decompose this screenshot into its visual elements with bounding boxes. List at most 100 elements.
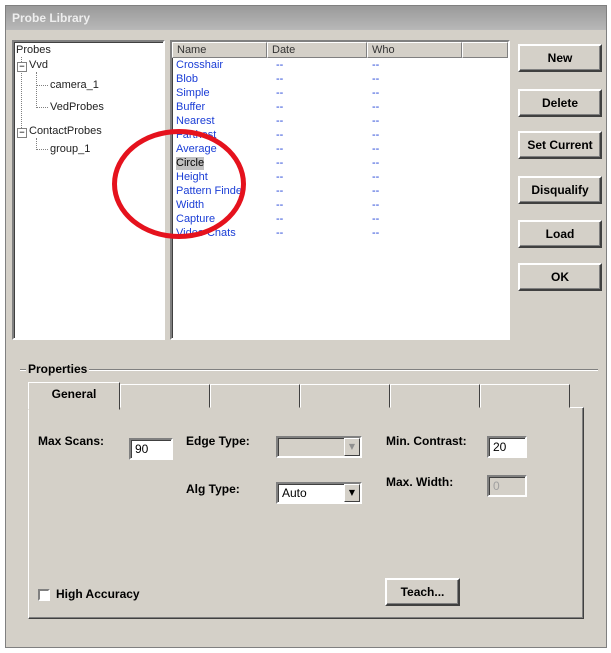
ok-button[interactable]: OK (518, 263, 602, 291)
date-cell: -- (276, 143, 284, 155)
teach-button[interactable]: Teach... (385, 578, 460, 606)
list-item[interactable]: Width -- -- (172, 199, 508, 212)
who-cell: -- (372, 227, 380, 239)
tree-item-camera[interactable]: camera_1 (50, 79, 99, 91)
high-accuracy-label[interactable]: High Accuracy (56, 587, 140, 601)
date-cell: -- (276, 157, 284, 169)
tree-connector (36, 149, 48, 150)
who-cell: -- (372, 171, 380, 183)
date-cell: -- (276, 199, 284, 211)
tab-blank-4[interactable] (300, 384, 390, 408)
tree-root-probes[interactable]: Probes (16, 44, 51, 56)
column-header-blank (462, 42, 508, 58)
column-header-name[interactable]: Name (172, 42, 267, 58)
alg-type-label: Alg Type: (186, 482, 240, 496)
max-width-label: Max. Width: (386, 475, 454, 489)
min-contrast-label: Min. Contrast: (386, 434, 467, 448)
load-button[interactable]: Load (518, 220, 602, 248)
chevron-down-icon[interactable]: ▼ (344, 438, 360, 456)
name-cell: Average (176, 143, 217, 155)
list-item[interactable]: Video Chats -- -- (172, 227, 508, 240)
alg-type-value: Auto (282, 486, 307, 500)
date-cell: -- (276, 87, 284, 99)
tree-item-contactprobes[interactable]: ContactProbes (29, 125, 102, 137)
tree-connector (36, 85, 48, 86)
who-cell: -- (372, 115, 380, 127)
edge-type-select[interactable]: ▼ (276, 436, 362, 458)
list-item[interactable]: Average -- -- (172, 143, 508, 156)
date-cell: -- (276, 213, 284, 225)
new-button[interactable]: New (518, 44, 602, 72)
who-cell: -- (372, 73, 380, 85)
list-item[interactable]: Capture -- -- (172, 213, 508, 226)
date-cell: -- (276, 185, 284, 197)
set-current-button[interactable]: Set Current (518, 131, 602, 159)
name-cell: Width (176, 199, 205, 211)
name-cell: Pattern Finder (176, 185, 246, 197)
who-cell: -- (372, 185, 380, 197)
list-item[interactable]: Pattern Finder -- -- (172, 185, 508, 198)
tab-blank-5[interactable] (390, 384, 480, 408)
list-item[interactable]: Nearest -- -- (172, 115, 508, 128)
date-cell: -- (276, 101, 284, 113)
list-item[interactable]: Crosshair -- -- (172, 59, 508, 72)
min-contrast-input[interactable]: 20 (487, 436, 527, 458)
date-cell: -- (276, 73, 284, 85)
date-cell: -- (276, 171, 284, 183)
name-cell: Nearest (176, 115, 215, 127)
who-cell: -- (372, 59, 380, 71)
date-cell: -- (276, 227, 284, 239)
column-header-date[interactable]: Date (267, 42, 367, 58)
list-item[interactable]: Simple -- -- (172, 87, 508, 100)
tab-blank-3[interactable] (210, 384, 300, 408)
max-scans-input[interactable]: 90 (129, 438, 173, 460)
name-cell: Crosshair (176, 59, 224, 71)
name-cell: Video Chats (176, 227, 236, 239)
date-cell: -- (276, 115, 284, 127)
tab-general[interactable]: General (28, 382, 120, 410)
probe-tree[interactable]: Probes − Vvd camera_1 VedProbes − Contac… (12, 40, 165, 340)
name-cell: Buffer (176, 101, 206, 113)
list-item[interactable]: Circle -- -- (172, 157, 508, 170)
tree-expander-icon[interactable]: − (17, 62, 27, 72)
column-header-who[interactable]: Who (367, 42, 462, 58)
tree-connector (36, 72, 37, 108)
list-item[interactable]: Blob -- -- (172, 73, 508, 86)
tree-item-vvd[interactable]: Vvd (29, 59, 48, 71)
name-cell: Capture (176, 213, 216, 225)
alg-type-select[interactable]: Auto ▼ (276, 482, 362, 504)
name-cell: Blob (176, 73, 199, 85)
list-item[interactable]: Farthest -- -- (172, 129, 508, 142)
high-accuracy-checkbox[interactable] (38, 589, 50, 601)
date-cell: -- (276, 129, 284, 141)
tree-item-group[interactable]: group_1 (50, 143, 90, 155)
chevron-down-icon[interactable]: ▼ (344, 484, 360, 502)
tab-blank-6[interactable] (480, 384, 570, 408)
who-cell: -- (372, 87, 380, 99)
delete-button[interactable]: Delete (518, 89, 602, 117)
tree-connector (36, 107, 48, 108)
date-cell: -- (276, 59, 284, 71)
disqualify-button[interactable]: Disqualify (518, 176, 602, 204)
properties-group-line (20, 369, 598, 370)
edge-type-label: Edge Type: (186, 434, 250, 448)
who-cell: -- (372, 157, 380, 169)
max-width-input[interactable]: 0 (487, 475, 527, 497)
list-item[interactable]: Buffer -- -- (172, 101, 508, 114)
properties-group-label: Properties (26, 362, 90, 376)
list-item[interactable]: Height -- -- (172, 171, 508, 184)
window-title: Probe Library (6, 6, 606, 30)
tab-blank-2[interactable] (120, 384, 210, 408)
who-cell: -- (372, 129, 380, 141)
name-cell: Simple (176, 87, 210, 99)
who-cell: -- (372, 213, 380, 225)
max-scans-label: Max Scans: (38, 434, 105, 448)
tree-expander-icon[interactable]: − (17, 128, 27, 138)
name-cell: Farthest (176, 129, 217, 141)
tree-item-vedprobes[interactable]: VedProbes (50, 101, 104, 113)
who-cell: -- (372, 199, 380, 211)
probe-list[interactable]: Name Date Who Crosshair -- -- Blob -- -- Simpl… (170, 40, 510, 340)
who-cell: -- (372, 143, 380, 155)
who-cell: -- (372, 101, 380, 113)
name-cell: Circle (176, 157, 205, 170)
